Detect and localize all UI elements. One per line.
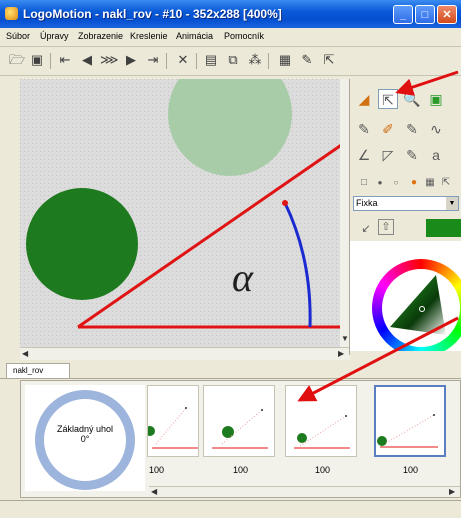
layer-tool-icon[interactable]: ▣: [426, 89, 446, 109]
prev-frame-icon[interactable]: ◀: [78, 51, 96, 69]
toolbar-separator: [166, 53, 167, 69]
frame-thumbnail[interactable]: [285, 385, 357, 457]
menu-animation[interactable]: Animácia: [176, 31, 213, 41]
scroll-right-icon[interactable]: ▶: [449, 487, 455, 496]
arc-endpoint: [282, 200, 288, 206]
last-frame-icon[interactable]: ⇥: [144, 51, 162, 69]
window-title: LogoMotion - nakl_rov - #10 - 352x288 [4…: [23, 7, 282, 21]
minimize-button[interactable]: _: [393, 5, 413, 24]
pencil-tool-icon[interactable]: ✎: [354, 119, 374, 139]
ring-dot-icon[interactable]: ○: [386, 173, 406, 193]
tab-nakl-rov[interactable]: nakl_rov: [6, 363, 70, 378]
pen-color-icon[interactable]: ✎: [298, 51, 316, 69]
menu-view[interactable]: Zobrazenie: [78, 31, 123, 41]
menu-edit[interactable]: Úpravy: [40, 31, 69, 41]
menu-draw[interactable]: Kreslenie: [130, 31, 168, 41]
open-icon[interactable]: 🗁: [8, 51, 26, 69]
curve-tool-icon[interactable]: ∿: [426, 119, 446, 139]
frame-duration-label: 100: [149, 465, 165, 475]
timeline-scrollbar[interactable]: ◀ ▶: [149, 486, 460, 497]
scroll-right-icon[interactable]: ▶: [338, 349, 344, 358]
first-frame-title: Základný uhol: [56, 424, 114, 434]
alpha-label: α: [232, 255, 254, 300]
menu-bar: Súbor Úpravy Zobrazenie Kreslenie Animác…: [0, 28, 461, 47]
frame-duration-label: 100: [403, 465, 419, 475]
select-tool-icon[interactable]: ⇱: [378, 89, 398, 109]
pen-tool-icon[interactable]: ✎: [402, 119, 422, 139]
dark-green-circle: [26, 188, 138, 300]
toolbar-separator: [268, 53, 269, 69]
color-picker-icon[interactable]: ⇧: [378, 219, 394, 235]
title-bar: LogoMotion - nakl_rov - #10 - 352x288 [4…: [0, 0, 461, 28]
frame-thumbnail-selected[interactable]: [374, 385, 446, 457]
frames-icon[interactable]: ▤: [202, 51, 220, 69]
first-frame-angle: 0°: [80, 434, 90, 444]
timeline-gutter: [0, 379, 20, 500]
tools-panel: ◢ ⇱ 🔍 ▣ ✎ ✐ ✎ ∿ ∠ ◸ ✎ a □ ● ○ ● ▦ ⇱ Fixk…: [349, 79, 461, 355]
image-icon[interactable]: ▦: [276, 51, 294, 69]
color-triangle[interactable]: [382, 269, 460, 347]
brush-tool-icon[interactable]: ✐: [378, 119, 398, 139]
maximize-button[interactable]: □: [415, 5, 435, 24]
frame-thumbnail[interactable]: [147, 385, 199, 457]
first-frame[interactable]: Základný uhol 0°: [25, 385, 145, 491]
toolbar-separator: [50, 53, 51, 69]
timeline: Základný uhol 0° 100 100 100 100 ◀ ▶: [20, 380, 461, 498]
color-wheel-panel: [350, 241, 461, 351]
color-wheel[interactable]: [372, 259, 461, 351]
pointer-icon[interactable]: ⇱: [320, 51, 338, 69]
frame-duration-label: 100: [233, 465, 249, 475]
frame-duration-label: 100: [315, 465, 331, 475]
copy-frame-icon[interactable]: ⧉: [224, 51, 242, 69]
close-button[interactable]: ✕: [437, 5, 457, 24]
swap-icon[interactable]: ↙: [356, 219, 376, 239]
app-icon: [5, 7, 18, 20]
color-wheel-inner: [382, 269, 460, 347]
eraser-tool-icon[interactable]: ✎: [402, 145, 422, 165]
fill-tool-icon[interactable]: ◢: [354, 89, 374, 109]
left-gutter: [0, 76, 20, 360]
chevron-down-icon[interactable]: ▼: [446, 197, 458, 210]
canvas-drawing: α: [20, 79, 350, 347]
drawing-canvas[interactable]: α: [20, 79, 350, 347]
delete-icon[interactable]: ✕: [174, 51, 192, 69]
ring-graphic: Základný uhol 0°: [35, 390, 135, 490]
scroll-left-icon[interactable]: ◀: [22, 349, 28, 358]
text-tool-icon[interactable]: a: [426, 145, 446, 165]
first-frame-icon[interactable]: ⇤: [56, 51, 74, 69]
pen-type-select[interactable]: Fixka ▼: [353, 196, 459, 211]
toolbar-separator: [196, 53, 197, 69]
pen-type-value: Fixka: [356, 198, 378, 208]
menu-help[interactable]: Pomocník: [224, 31, 264, 41]
arrow-icon[interactable]: ⇱: [436, 173, 456, 193]
zoom-tool-icon[interactable]: 🔍: [402, 89, 422, 109]
frame-thumbnail[interactable]: [203, 385, 275, 457]
menu-file[interactable]: Súbor: [6, 31, 30, 41]
status-bar: [0, 500, 461, 518]
tab-strip: nakl_rov: [0, 360, 461, 379]
line-tool-icon[interactable]: ∠: [354, 145, 374, 165]
rewind-icon[interactable]: ⋙: [100, 51, 119, 69]
scroll-down-icon[interactable]: ▼: [341, 334, 349, 343]
nodes-icon[interactable]: ⁂: [246, 51, 264, 69]
play-icon[interactable]: ▶: [122, 51, 140, 69]
current-color-swatch[interactable]: [426, 219, 461, 237]
polygon-tool-icon[interactable]: ◸: [378, 145, 398, 165]
canvas-horizontal-scrollbar[interactable]: ◀ ▶: [20, 347, 350, 361]
save-icon[interactable]: ▣: [28, 51, 46, 69]
toolbar: 🗁 ▣ ⇤ ◀ ⋙ ▶ ⇥ ✕ ▤ ⧉ ⁂ ▦ ✎ ⇱: [0, 47, 461, 76]
scroll-left-icon[interactable]: ◀: [151, 487, 157, 496]
